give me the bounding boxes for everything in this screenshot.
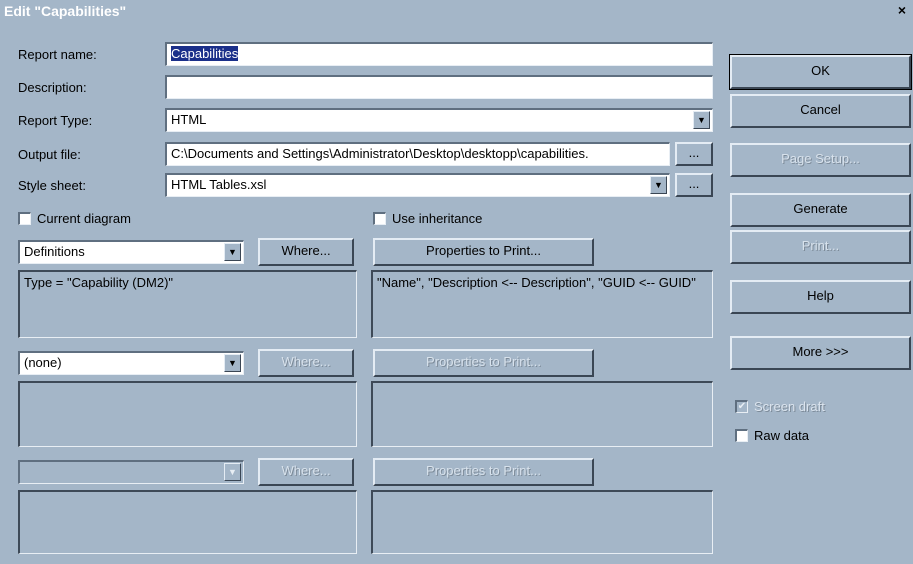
object-type-select-2[interactable]: (none) [18, 351, 244, 375]
style-sheet-label: Style sheet: [18, 178, 86, 193]
report-type-select[interactable]: HTML [165, 108, 713, 132]
object-type-value-1: Definitions [24, 244, 85, 259]
chevron-down-icon[interactable]: ▼ [224, 463, 241, 481]
style-sheet-value: HTML Tables.xsl [171, 177, 267, 192]
object-type-value-2: (none) [24, 355, 62, 370]
report-name-input[interactable]: Capabilities [165, 42, 713, 66]
style-sheet-select[interactable]: HTML Tables.xsl [165, 173, 670, 197]
generate-button[interactable]: Generate [730, 193, 911, 227]
current-diagram-checkbox[interactable] [18, 212, 31, 225]
use-inheritance-checkbox[interactable] [373, 212, 386, 225]
description-label: Description: [18, 80, 87, 95]
report-type-label: Report Type: [18, 113, 93, 128]
use-inheritance-label: Use inheritance [392, 211, 483, 226]
properties-list-1: "Name", "Description <-- Description", "… [371, 270, 713, 338]
description-input[interactable] [165, 75, 713, 99]
print-button[interactable]: Print... [730, 230, 911, 264]
style-sheet-browse-button[interactable]: ... [675, 173, 713, 197]
where-criteria-1: Type = "Capability (DM2)" [18, 270, 357, 338]
properties-list-2 [371, 381, 713, 447]
output-file-value: C:\Documents and Settings\Administrator\… [171, 146, 589, 161]
raw-data-checkbox[interactable] [735, 429, 748, 442]
properties-to-print-button-2[interactable]: Properties to Print... [373, 349, 594, 377]
checkmark-icon: ✔ [737, 401, 747, 412]
close-icon[interactable]: × [894, 3, 910, 19]
more-button[interactable]: More >>> [730, 336, 911, 370]
where-button-3[interactable]: Where... [258, 458, 354, 486]
chevron-down-icon[interactable]: ▼ [650, 176, 667, 194]
ok-button[interactable]: OK [729, 54, 912, 90]
chevron-down-icon[interactable]: ▼ [224, 243, 241, 261]
window-title: Edit "Capabilities" [4, 3, 127, 19]
screen-draft-label: Screen draft [754, 399, 825, 414]
report-type-value: HTML [171, 112, 207, 127]
output-file-label: Output file: [18, 147, 81, 162]
properties-to-print-button-3[interactable]: Properties to Print... [373, 458, 594, 486]
where-button-1[interactable]: Where... [258, 238, 354, 266]
properties-to-print-button-1[interactable]: Properties to Print... [373, 238, 594, 266]
where-criteria-3 [18, 490, 357, 554]
where-criteria-2 [18, 381, 357, 447]
help-button[interactable]: Help [730, 280, 911, 314]
page-setup-button[interactable]: Page Setup... [730, 143, 911, 177]
output-file-input[interactable]: C:\Documents and Settings\Administrator\… [165, 142, 670, 166]
screen-draft-checkbox[interactable]: ✔ [735, 400, 748, 413]
raw-data-label: Raw data [754, 428, 809, 443]
chevron-down-icon[interactable]: ▼ [224, 354, 241, 372]
properties-list-3 [371, 490, 713, 554]
title-bar: Edit "Capabilities" [0, 0, 913, 22]
report-name-label: Report name: [18, 47, 97, 62]
where-button-2[interactable]: Where... [258, 349, 354, 377]
object-type-select-1[interactable]: Definitions [18, 240, 244, 264]
output-file-browse-button[interactable]: ... [675, 142, 713, 166]
current-diagram-label: Current diagram [37, 211, 131, 226]
object-type-select-3[interactable] [18, 460, 244, 484]
cancel-button[interactable]: Cancel [730, 94, 911, 128]
chevron-down-icon[interactable]: ▼ [693, 111, 710, 129]
report-name-value: Capabilities [171, 46, 239, 61]
